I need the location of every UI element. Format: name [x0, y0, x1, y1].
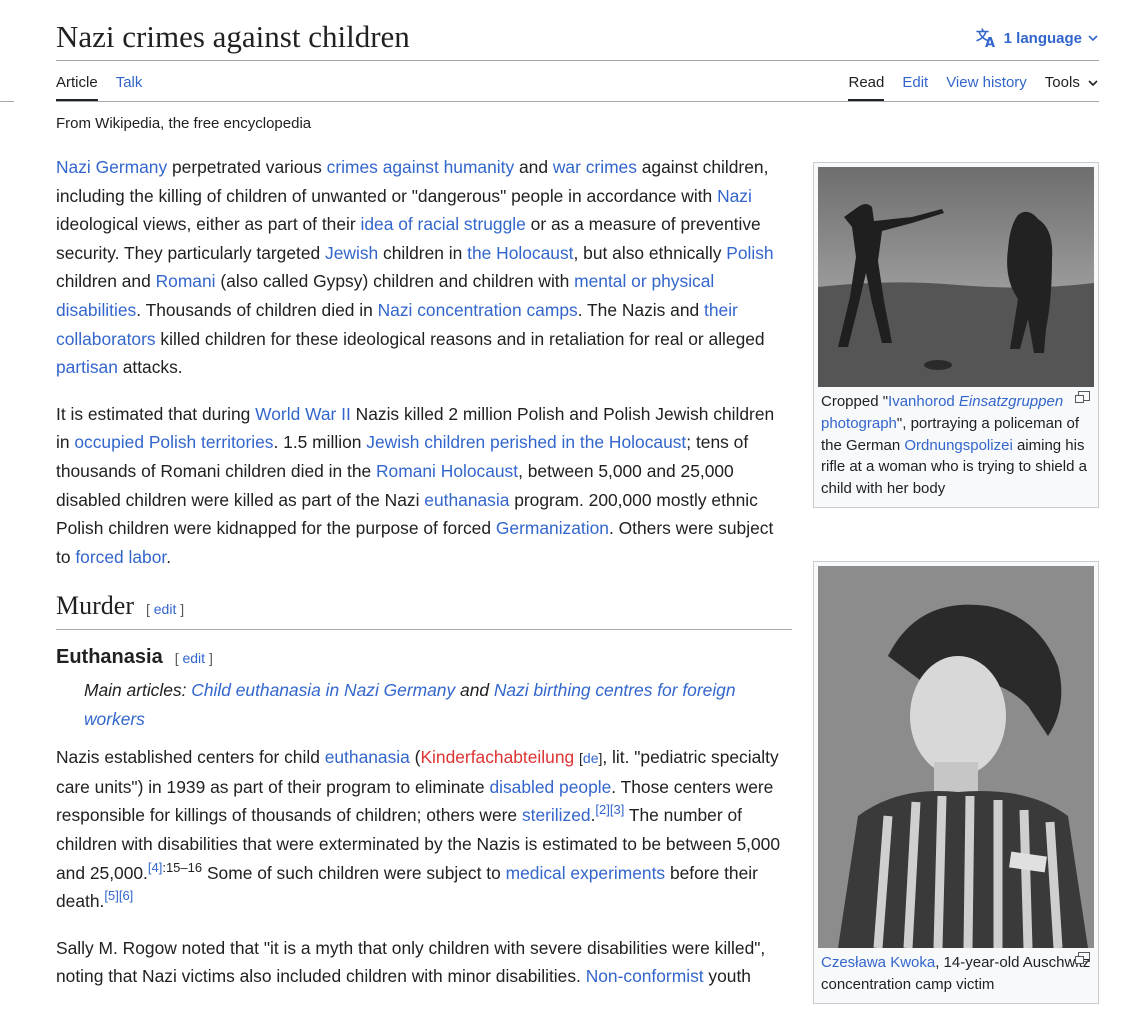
- link-world-war-ii[interactable]: World War II: [255, 404, 351, 424]
- tab-article[interactable]: Article: [56, 74, 98, 101]
- link-ordnungspolizei[interactable]: Ordnungspolizei: [904, 437, 1012, 454]
- link-euthanasia[interactable]: euthanasia: [424, 490, 509, 510]
- view-tabs: Read Edit View history Tools: [848, 74, 1098, 101]
- language-button[interactable]: 文 A 1 language: [976, 28, 1098, 48]
- tab-edit[interactable]: Edit: [902, 74, 928, 101]
- tab-read[interactable]: Read: [848, 74, 885, 101]
- figure-kwoka-caption: Czesława Kwoka, 14-year-old Auschwitz co…: [821, 952, 1091, 993]
- link-nazi[interactable]: Nazi: [717, 186, 752, 206]
- ivanhorod-photo[interactable]: [818, 167, 1094, 387]
- svg-text:A: A: [985, 36, 995, 48]
- chevron-down-icon: [1088, 80, 1098, 87]
- chevron-down-icon: [1088, 34, 1098, 41]
- edit-section-murder[interactable]: [ edit ]: [146, 601, 184, 617]
- tabs-divider: [56, 101, 1099, 102]
- link-non-conformist[interactable]: Non-conformist: [586, 966, 704, 986]
- link-concentration-camps[interactable]: Nazi concentration camps: [378, 300, 578, 320]
- link-sterilized[interactable]: sterilized: [522, 805, 591, 825]
- euthanasia-paragraph: Nazis established centers for child euth…: [56, 747, 781, 912]
- link-disabled-people[interactable]: disabled people: [489, 777, 611, 797]
- link-czeslawa-kwoka[interactable]: Czesława Kwoka: [821, 954, 935, 971]
- link-partisan[interactable]: partisan: [56, 357, 118, 377]
- estimate-paragraph: It is estimated that during World War II…: [56, 403, 775, 567]
- link-medical-experiments[interactable]: medical experiments: [506, 863, 665, 883]
- link-crimes-against-humanity[interactable]: crimes against humanity: [327, 157, 515, 177]
- link-germanization[interactable]: Germanization: [496, 518, 609, 538]
- figure-ivanhorod-caption: Cropped "Ivanhorod Einsatzgruppen photog…: [818, 387, 1094, 503]
- translate-icon: 文 A: [976, 28, 995, 48]
- figure-kwoka: Czesława Kwoka, 14-year-old Auschwitz co…: [813, 561, 1099, 1004]
- enlarge-icon[interactable]: [1075, 952, 1090, 964]
- kwoka-photo[interactable]: [818, 566, 1094, 948]
- link-war-crimes[interactable]: war crimes: [553, 157, 637, 177]
- link-the-holocaust[interactable]: the Holocaust: [467, 243, 573, 263]
- link-de-interlanguage[interactable]: de: [583, 750, 599, 766]
- intro-paragraph: Nazi Germany perpetrated various crimes …: [56, 157, 774, 378]
- ref-2[interactable]: [2]: [595, 803, 609, 818]
- page-title: Nazi crimes against children: [56, 19, 410, 54]
- section-heading-murder: Murder[ edit ]: [56, 589, 792, 631]
- enlarge-icon[interactable]: [1075, 391, 1090, 403]
- rogow-paragraph: Sally M. Rogow noted that "it is a myth …: [56, 937, 766, 987]
- ref-3[interactable]: [3]: [610, 803, 624, 818]
- edit-section-euthanasia[interactable]: [ edit ]: [175, 650, 213, 666]
- tab-talk[interactable]: Talk: [116, 74, 143, 101]
- link-euthanasia-2[interactable]: euthanasia: [325, 747, 410, 767]
- link-kinderfachabteilung[interactable]: Kinderfachabteilung: [420, 747, 574, 767]
- tab-view-history[interactable]: View history: [946, 74, 1027, 101]
- language-count: 1 language: [1003, 29, 1082, 47]
- sidebar-divider: [0, 101, 14, 102]
- link-romani-holocaust[interactable]: Romani Holocaust: [376, 461, 518, 481]
- namespace-tabs: Article Talk: [56, 74, 142, 101]
- link-child-euthanasia[interactable]: Child euthanasia in Nazi Germany: [191, 680, 455, 700]
- ref-4[interactable]: [4]: [148, 860, 162, 875]
- site-tagline: From Wikipedia, the free encyclopedia: [56, 115, 312, 132]
- link-jewish[interactable]: Jewish: [325, 243, 378, 263]
- ref-6[interactable]: [6]: [119, 888, 133, 903]
- link-jewish-children-holocaust[interactable]: Jewish children perished in the Holocaus…: [366, 432, 686, 452]
- article-body: Nazi Germany perpetrated various crimes …: [56, 153, 792, 1009]
- section-heading-euthanasia: Euthanasia[ edit ]: [56, 646, 213, 669]
- link-occupied-polish-territories[interactable]: occupied Polish territories: [74, 432, 273, 452]
- link-racial-struggle[interactable]: idea of racial struggle: [361, 214, 526, 234]
- main-articles-hatnote: Main articles: Child euthanasia in Nazi …: [84, 680, 736, 729]
- tools-label: Tools: [1044, 74, 1080, 91]
- figure-ivanhorod: Cropped "Ivanhorod Einsatzgruppen photog…: [813, 162, 1099, 508]
- link-polish[interactable]: Polish: [726, 243, 773, 263]
- tools-menu[interactable]: Tools: [1045, 74, 1098, 101]
- link-romani[interactable]: Romani: [156, 271, 216, 291]
- link-nazi-germany[interactable]: Nazi Germany: [56, 157, 167, 177]
- title-divider: [56, 60, 1099, 61]
- link-forced-labor[interactable]: forced labor: [75, 547, 166, 567]
- ref-5[interactable]: [5]: [104, 888, 118, 903]
